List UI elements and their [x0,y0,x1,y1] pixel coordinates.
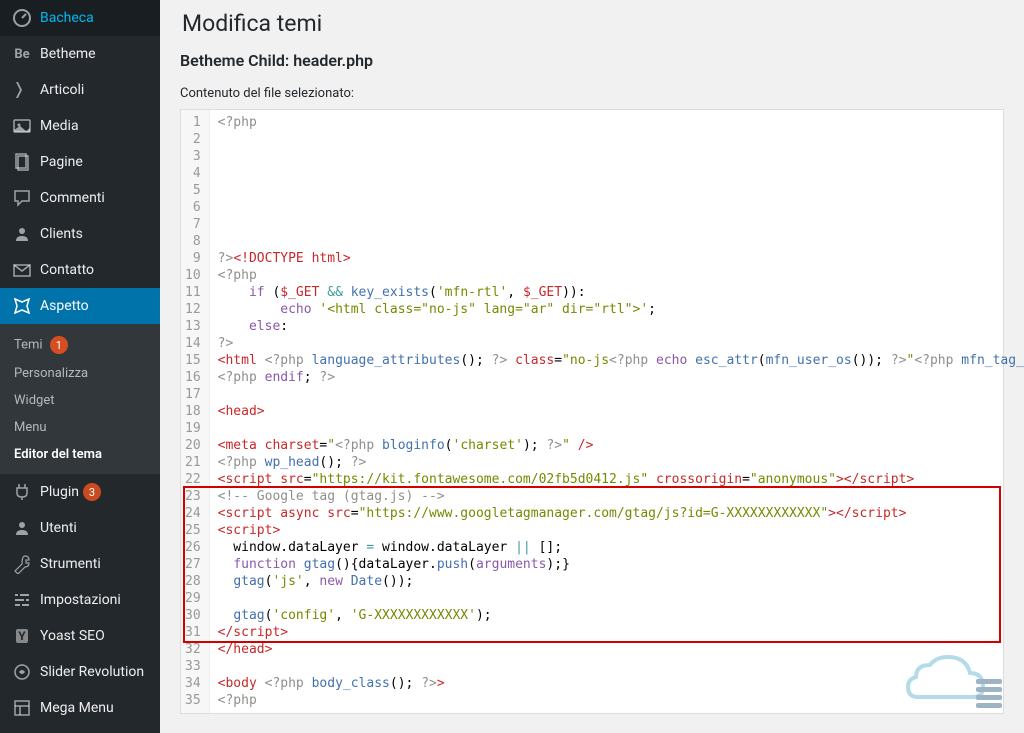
code-line[interactable]: <?php [218,114,1024,131]
update-badge: 1 [50,336,68,354]
pages-icon [12,152,32,172]
code-line[interactable] [218,165,1024,182]
tools-icon [12,554,32,574]
code-line[interactable]: <script src="https://kit.fontawesome.com… [218,471,1024,488]
sidebar-item-label: Clients [40,226,83,242]
code-line[interactable]: <!-- Google tag (gtag.js) --> [218,488,1024,505]
sidebar-item-label: Commenti [40,190,105,206]
sidebar-item-dashboard[interactable]: Bacheca [0,0,160,36]
sidebar-item-label: Contatto [40,262,94,278]
sidebar-item-users[interactable]: Utenti [0,510,160,546]
be-icon: Be [12,44,32,64]
plugins-icon [12,482,32,502]
code-line[interactable]: if ($_GET && key_exists('mfn-rtl', $_GET… [218,284,1024,301]
sidebar-item-plugins[interactable]: Plugin3 [0,474,160,510]
sidebar-item-mega[interactable]: Mega Menu [0,690,160,726]
sidebar-item-tools[interactable]: Strumenti [0,546,160,582]
code-content[interactable]: <?php ?><!DOCTYPE html><?php if ($_GET &… [210,110,1024,713]
pin-icon [12,80,32,100]
sidebar-item-label: Aspetto [40,298,89,314]
code-line[interactable]: <script async src="https://www.googletag… [218,505,1024,522]
code-line[interactable] [218,182,1024,199]
code-line[interactable]: <meta charset="<?php bloginfo('charset')… [218,437,1024,454]
code-editor[interactable]: 1234567891011121314151617181920212223242… [180,109,1004,714]
code-line[interactable]: ?><!DOCTYPE html> [218,250,1024,267]
code-line[interactable] [218,386,1024,403]
yoast-icon: Y [12,626,32,646]
submenu-item[interactable]: Personalizza [0,360,160,387]
sidebar-item-label: Impostazioni [40,592,121,608]
update-badge: 3 [83,483,101,501]
dashboard-icon [12,8,32,28]
page-title: Modifica temi [182,10,1004,37]
code-line[interactable]: gtag('config', 'G-XXXXXXXXXXXX'); [218,607,1024,624]
submenu-item[interactable]: Widget [0,387,160,414]
file-title: Betheme Child: header.php [180,51,1004,70]
code-line[interactable]: </script> [218,624,1024,641]
sidebar-item-settings[interactable]: Impostazioni [0,582,160,618]
code-line[interactable] [218,233,1024,250]
sidebar-item-contact[interactable]: Contatto [0,252,160,288]
comments-icon [12,188,32,208]
sidebar-item-label: Slider Revolution [40,664,144,680]
code-line[interactable]: ?> [218,335,1024,352]
code-line[interactable]: echo '<html class="no-js" lang="ar" dir=… [218,301,1024,318]
contact-icon [12,260,32,280]
mega-icon [12,698,32,718]
code-line[interactable]: <html <?php language_attributes(); ?> cl… [218,352,1024,369]
sidebar-item-label: Articoli [40,82,84,98]
code-line[interactable]: <?php [218,267,1024,284]
sidebar-item-pin[interactable]: Articoli [0,72,160,108]
sidebar-item-comments[interactable]: Commenti [0,180,160,216]
code-line[interactable] [218,590,1024,607]
code-line[interactable] [218,131,1024,148]
sidebar-item-slider[interactable]: Slider Revolution [0,654,160,690]
users-icon [12,518,32,538]
admin-sidebar: Bacheca Be Betheme Articoli Media Pagine Comme… [0,0,160,733]
code-line[interactable]: <?php wp_head(); ?> [218,454,1024,471]
main-content: Modifica temi Betheme Child: header.php … [160,0,1024,733]
sidebar-item-be[interactable]: Be Betheme [0,36,160,72]
line-gutter: 1234567891011121314151617181920212223242… [181,110,210,713]
sidebar-item-collapse[interactable]: Riduci menu [0,726,160,733]
settings-icon [12,590,32,610]
sidebar-item-label: Pagine [40,154,83,170]
slider-icon [12,662,32,682]
submenu-item[interactable]: Temi 1 [0,330,160,360]
code-line[interactable]: gtag('js', new Date()); [218,573,1024,590]
code-line[interactable]: <head> [218,403,1024,420]
code-line[interactable]: else: [218,318,1024,335]
sidebar-item-label: Strumenti [40,556,101,572]
code-line[interactable]: window.dataLayer = window.dataLayer || [… [218,539,1024,556]
code-line[interactable] [218,216,1024,233]
sidebar-item-appearance[interactable]: Aspetto [0,288,160,324]
clients-icon [12,224,32,244]
appearance-submenu: Temi 1PersonalizzaWidgetMenuEditor del t… [0,324,160,474]
sidebar-item-label: Media [40,118,79,134]
code-line[interactable] [218,199,1024,216]
sidebar-item-media[interactable]: Media [0,108,160,144]
code-line[interactable] [218,148,1024,165]
code-line[interactable]: function gtag(){dataLayer.push(arguments… [218,556,1024,573]
sidebar-item-label: Mega Menu [40,700,114,716]
submenu-item[interactable]: Menu [0,414,160,441]
submenu-item[interactable]: Editor del tema [0,441,160,468]
sidebar-item-clients[interactable]: Clients [0,216,160,252]
sidebar-item-label: Yoast SEO [40,628,105,644]
sidebar-item-pages[interactable]: Pagine [0,144,160,180]
media-icon [12,116,32,136]
code-line[interactable]: <?php endif; ?> [218,369,1024,386]
sidebar-item-yoast[interactable]: Y Yoast SEO [0,618,160,654]
watermark-logo [898,647,1008,721]
sidebar-item-label: Utenti [40,520,77,536]
sidebar-item-label: Plugin [40,484,79,500]
sidebar-item-label: Betheme [40,46,96,62]
appearance-icon [12,296,32,316]
sidebar-item-label: Bacheca [40,10,94,26]
content-label: Contenuto del file selezionato: [180,86,1004,101]
code-line[interactable] [218,420,1024,437]
code-line[interactable]: <script> [218,522,1024,539]
